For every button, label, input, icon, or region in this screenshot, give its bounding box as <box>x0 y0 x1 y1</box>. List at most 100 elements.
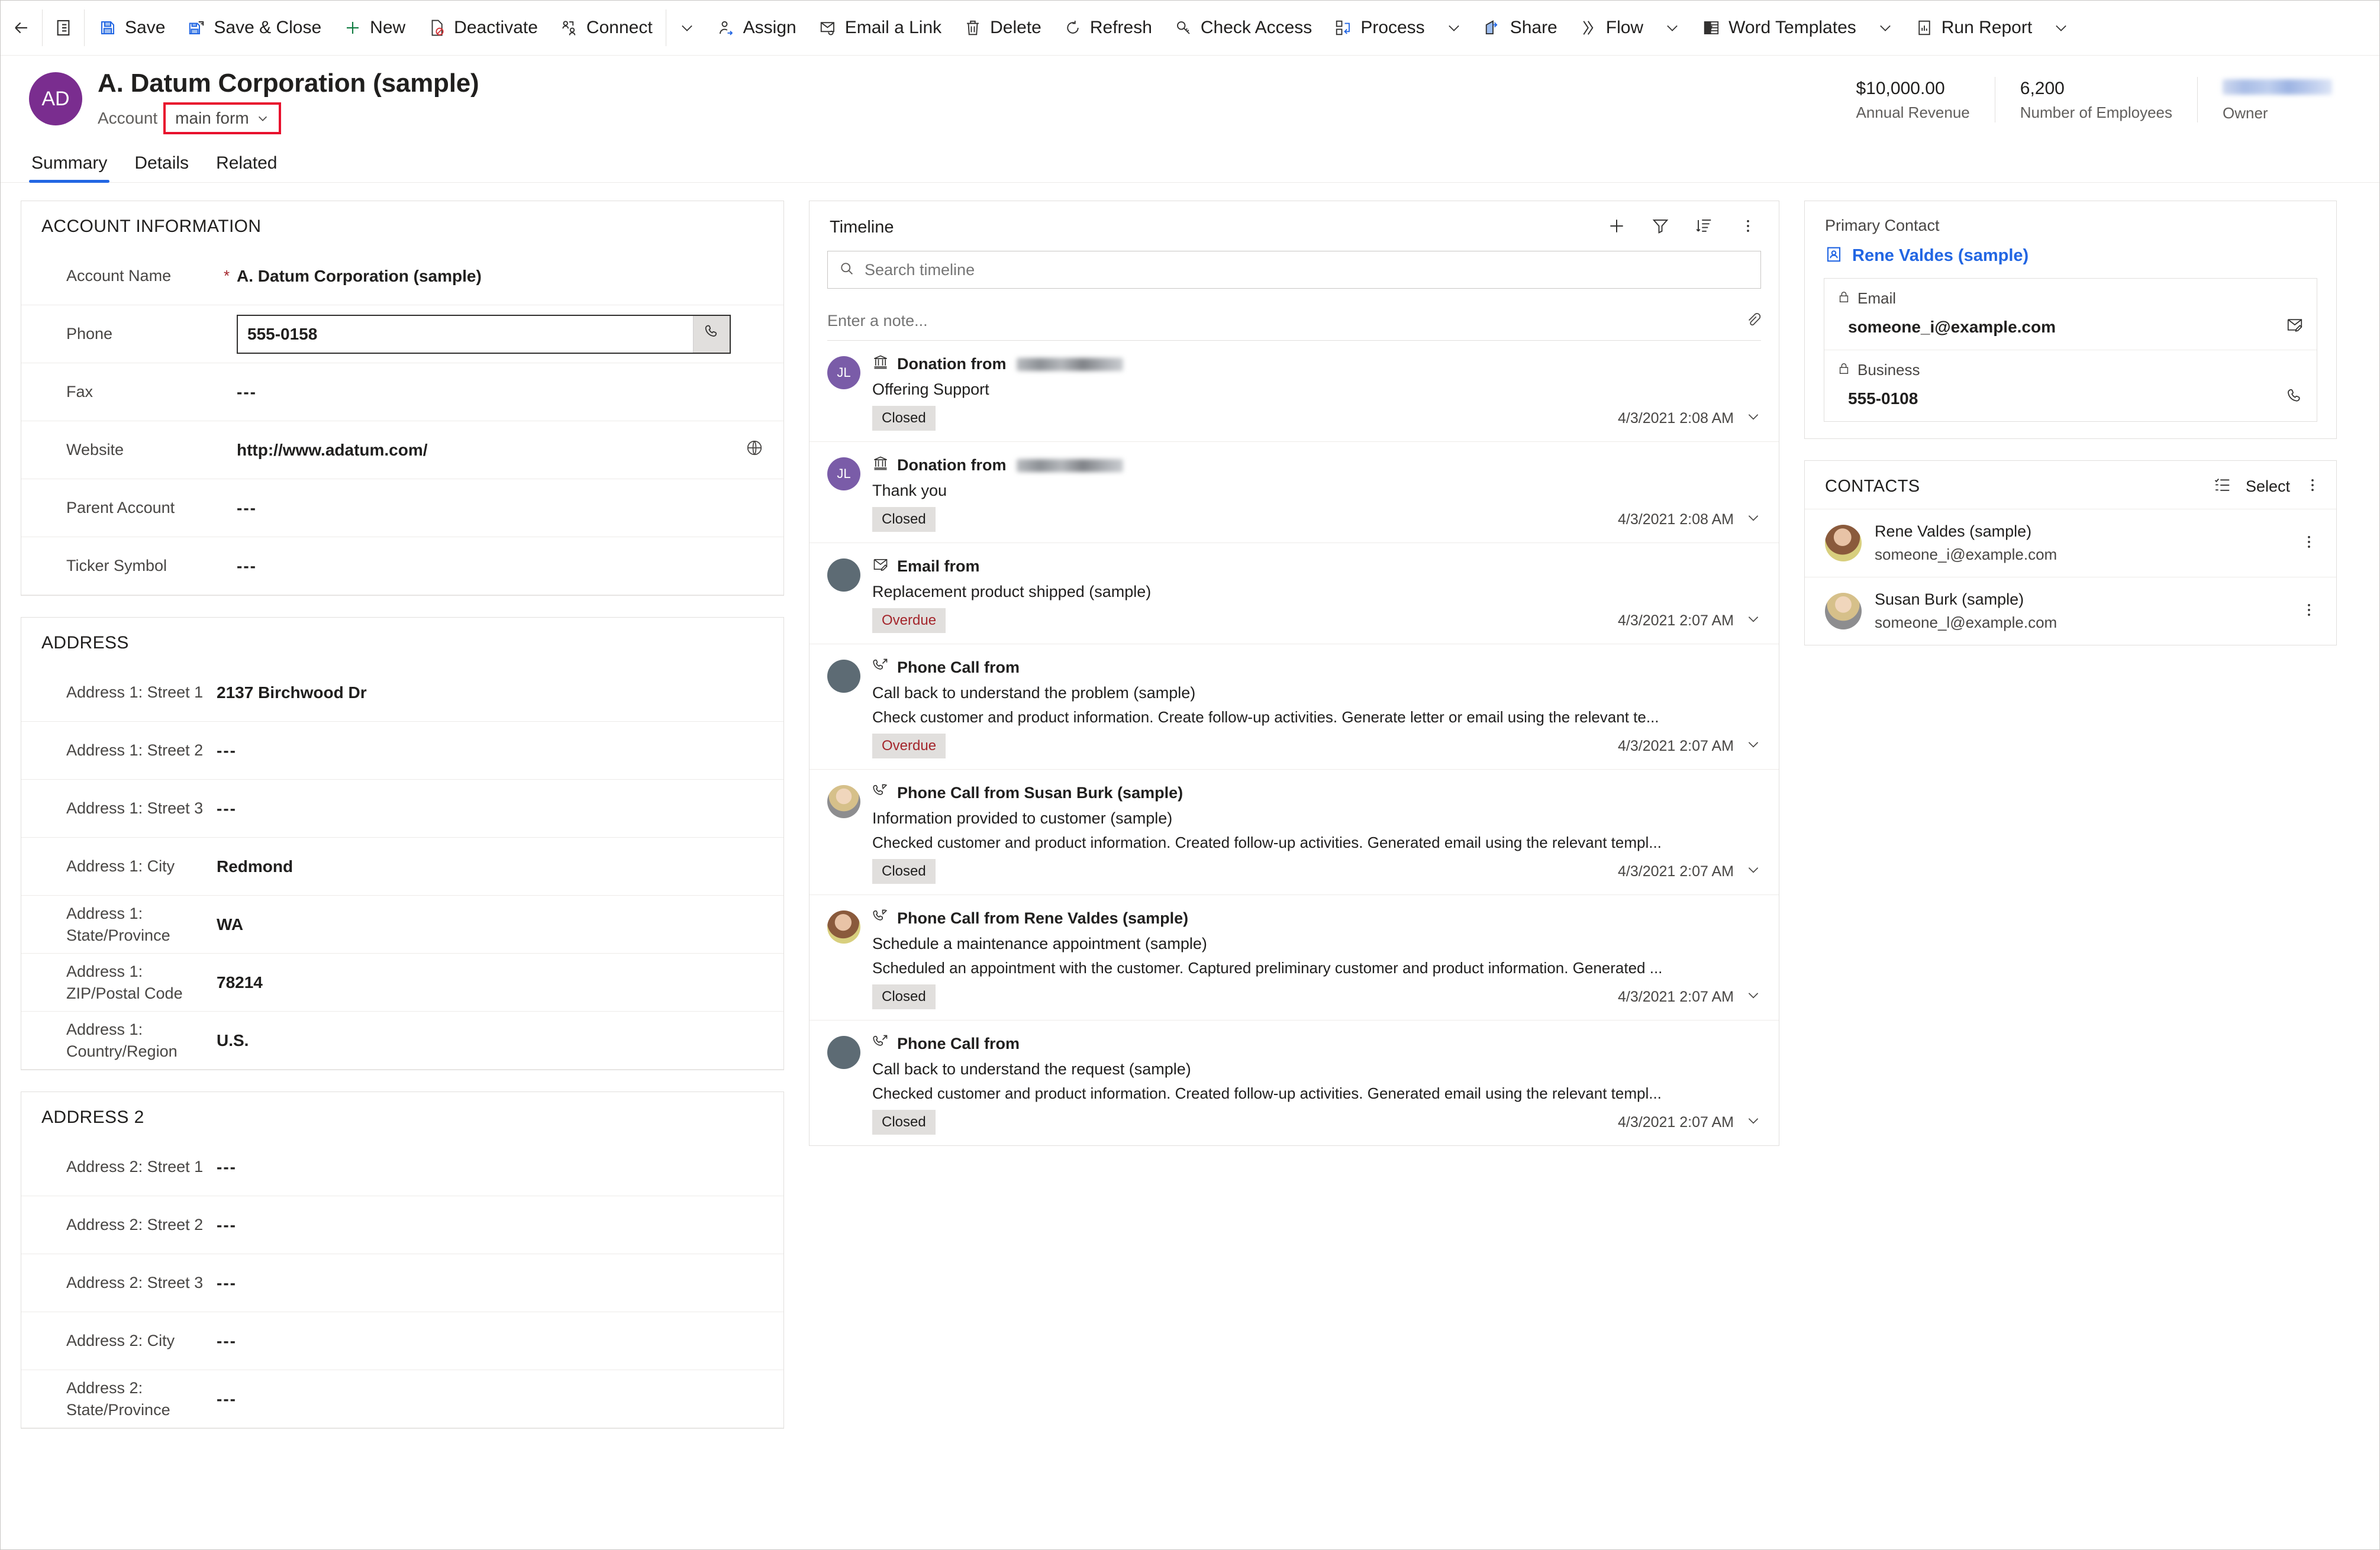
field-label: Parent Account <box>66 499 175 517</box>
refresh-button[interactable]: Refresh <box>1052 8 1163 48</box>
avatar: JL <box>827 457 860 490</box>
timeline-more-button[interactable] <box>1735 214 1761 240</box>
timeline-item[interactable]: Phone Call from Rene Valdes (sample) Sch… <box>810 895 1779 1021</box>
chevron-down-icon <box>1875 18 1895 38</box>
run-report-chevron-button[interactable] <box>2043 8 2079 48</box>
key-icon <box>1173 18 1194 38</box>
back-button[interactable] <box>3 8 40 48</box>
sort-timeline-button[interactable] <box>1691 214 1717 240</box>
field-value[interactable]: A. Datum Corporation (sample) <box>237 267 763 286</box>
chevron-down-icon[interactable] <box>1746 510 1761 529</box>
chevron-down-icon[interactable] <box>1746 987 1761 1007</box>
process-chevron-button[interactable] <box>1436 8 1472 48</box>
field-value[interactable]: --- <box>237 557 763 576</box>
field-value[interactable]: 2137 Birchwood Dr <box>217 683 763 702</box>
chevron-down-icon[interactable] <box>1746 862 1761 881</box>
more-vertical-icon[interactable] <box>2297 534 2321 553</box>
save-and-close-button[interactable]: Save & Close <box>176 8 332 48</box>
filter-timeline-button[interactable] <box>1647 214 1673 240</box>
timeline-search-box[interactable] <box>827 251 1761 289</box>
attachment-icon[interactable] <box>1744 311 1761 331</box>
tab-details[interactable]: Details <box>132 150 191 183</box>
timeline-item[interactable]: Phone Call from Susan Burk (sample) Info… <box>810 770 1779 895</box>
timeline-item[interactable]: JL Donation from Offering Support Closed <box>810 341 1779 442</box>
timeline-item[interactable]: Phone Call from Call back to understand … <box>810 1021 1779 1145</box>
assign-icon <box>716 18 736 38</box>
field-address2-street3: Address 2: Street 3 --- <box>21 1254 783 1312</box>
field-label: Fax <box>66 383 93 401</box>
email-a-link-button[interactable]: Email a Link <box>807 8 952 48</box>
field-value[interactable]: --- <box>217 1332 763 1351</box>
save-button[interactable]: Save <box>87 8 176 48</box>
field-value[interactable]: --- <box>217 1158 763 1177</box>
field-address1-street3: Address 1: Street 3 --- <box>21 780 783 838</box>
connect-chevron-button[interactable] <box>669 8 705 48</box>
field-value[interactable]: --- <box>217 1216 763 1235</box>
header-metrics: $10,000.00 Annual Revenue 6,200 Number o… <box>1831 77 2358 122</box>
connect-button[interactable]: Connect <box>549 8 663 48</box>
owner-redacted-value <box>2223 79 2332 95</box>
phone-icon[interactable] <box>2286 388 2304 409</box>
field-value[interactable]: --- <box>217 1274 763 1293</box>
new-label: New <box>370 18 406 37</box>
check-access-button[interactable]: Check Access <box>1163 8 1323 48</box>
field-value[interactable]: 78214 <box>217 973 763 992</box>
form-selector-dropdown[interactable]: main form <box>163 102 281 135</box>
field-value[interactable]: U.S. <box>217 1031 763 1050</box>
chevron-down-icon[interactable] <box>1746 611 1761 631</box>
field-address1-city: Address 1: City Redmond <box>21 838 783 896</box>
entity-label: Account <box>98 109 158 128</box>
flow-chevron-button[interactable] <box>1654 8 1691 48</box>
chevron-down-icon[interactable] <box>1746 737 1761 756</box>
email-icon[interactable] <box>2286 316 2304 338</box>
timeline-item[interactable]: JL Donation from Thank you Closed 4/3/20… <box>810 442 1779 543</box>
timeline-item[interactable]: Email from Replacement product shipped (… <box>810 543 1779 644</box>
select-button[interactable]: Select <box>2246 477 2290 496</box>
more-vertical-icon[interactable] <box>2297 602 2321 621</box>
delete-button[interactable]: Delete <box>952 8 1052 48</box>
primary-contact-link[interactable]: Rene Valdes (sample) <box>1805 235 2336 278</box>
field-value[interactable]: --- <box>237 383 763 402</box>
flow-button[interactable]: Flow <box>1568 8 1654 48</box>
field-value[interactable]: WA <box>217 915 763 934</box>
phone-call-button[interactable] <box>693 315 730 353</box>
page-title: A. Datum Corporation (sample) <box>98 69 479 98</box>
field-value[interactable]: http://www.adatum.com/ <box>237 441 428 460</box>
chevron-down-icon[interactable] <box>1746 1113 1761 1132</box>
timeline-item-description: Check customer and product information. … <box>872 708 1659 726</box>
tab-summary[interactable]: Summary <box>29 150 110 183</box>
list-item[interactable]: Susan Burk (sample) someone_l@example.co… <box>1805 577 2336 645</box>
field-value[interactable]: --- <box>217 1390 763 1409</box>
assign-button[interactable]: Assign <box>705 8 807 48</box>
field-value[interactable]: Redmond <box>217 857 763 876</box>
field-address1-street1: Address 1: Street 1 2137 Birchwood Dr <box>21 664 783 722</box>
timeline-item[interactable]: Phone Call from Call back to understand … <box>810 644 1779 770</box>
section-title: ADDRESS 2 <box>41 1107 144 1127</box>
section-title: ACCOUNT INFORMATION <box>41 217 262 236</box>
process-button[interactable]: Process <box>1323 8 1435 48</box>
field-value[interactable]: --- <box>217 741 763 760</box>
timeline-note-input-row[interactable] <box>827 302 1761 341</box>
chevron-down-icon[interactable] <box>1746 409 1761 428</box>
add-timeline-record-button[interactable] <box>1604 214 1630 240</box>
field-value[interactable]: --- <box>217 799 763 818</box>
share-button[interactable]: Share <box>1472 8 1568 48</box>
field-value[interactable]: --- <box>237 499 763 518</box>
globe-icon[interactable] <box>746 439 763 461</box>
note-input[interactable] <box>827 312 1744 330</box>
tab-related[interactable]: Related <box>214 150 279 183</box>
select-list-icon[interactable] <box>2214 476 2231 497</box>
field-address1-zip: Address 1: ZIP/Postal Code 78214 <box>21 954 783 1012</box>
phone-input-wrapper[interactable]: 555-0158 <box>237 314 731 354</box>
search-input[interactable] <box>865 260 1750 279</box>
run-report-button[interactable]: Run Report <box>1904 8 2043 48</box>
phone-input[interactable]: 555-0158 <box>238 316 693 353</box>
word-templates-button[interactable]: W Word Templates <box>1691 8 1867 48</box>
list-item[interactable]: Rene Valdes (sample) someone_i@example.c… <box>1805 509 2336 577</box>
deactivate-button[interactable]: Deactivate <box>416 8 549 48</box>
form-selector-icon-button[interactable] <box>45 8 82 48</box>
word-templates-chevron-button[interactable] <box>1867 8 1904 48</box>
more-vertical-icon[interactable] <box>2304 477 2321 496</box>
share-icon <box>1483 18 1503 38</box>
new-button[interactable]: New <box>332 8 416 48</box>
